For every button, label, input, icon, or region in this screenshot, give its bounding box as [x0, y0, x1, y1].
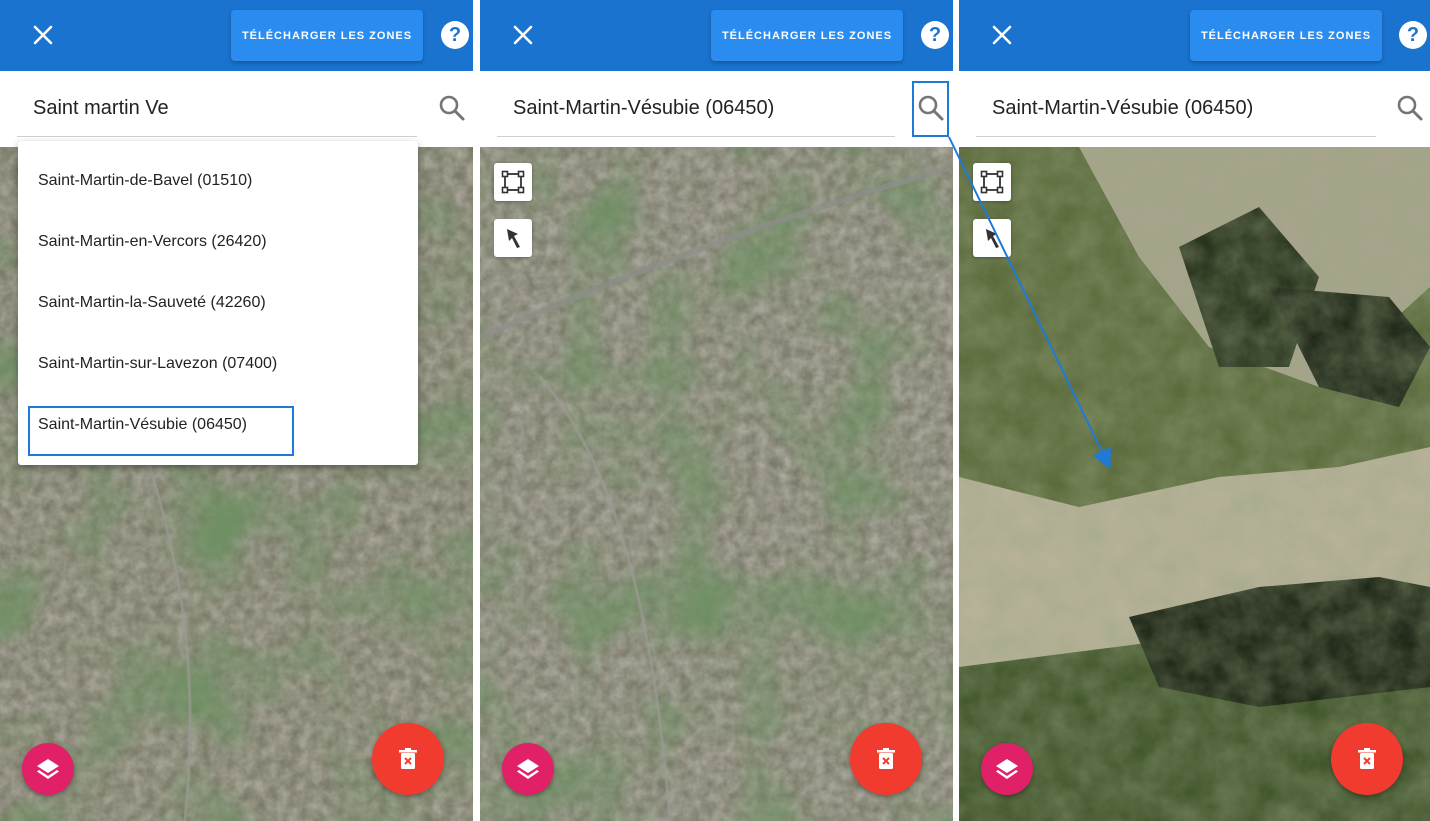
suggestion-item[interactable]: Saint-Martin-de-Bavel (01510) — [38, 172, 252, 190]
draw-zone-icon — [501, 170, 525, 194]
delete-zone-button[interactable] — [372, 723, 444, 795]
trash-icon — [399, 748, 417, 769]
screen-search-suggestions: TÉLÉCHARGER LES ZONES ? Saint martin Ve … — [0, 0, 473, 821]
satellite-map-urban[interactable] — [480, 147, 953, 821]
download-zones-button[interactable]: TÉLÉCHARGER LES ZONES — [231, 10, 423, 61]
suggestion-item[interactable]: Saint-Martin-en-Vercors (26420) — [38, 233, 267, 251]
close-icon — [992, 25, 1012, 45]
download-zones-button[interactable]: TÉLÉCHARGER LES ZONES — [1190, 10, 1382, 61]
search-icon — [1397, 95, 1423, 121]
pin-icon — [507, 229, 520, 248]
suggestions-dropdown: Saint-Martin-de-Bavel (01510) Saint-Mart… — [18, 141, 418, 465]
search-bar: Saint-Martin-Vésubie (06450) — [480, 71, 953, 147]
download-zones-button[interactable]: TÉLÉCHARGER LES ZONES — [711, 10, 903, 61]
top-app-bar: TÉLÉCHARGER LES ZONES ? — [0, 0, 473, 71]
close-button[interactable] — [985, 18, 1019, 52]
top-app-bar: TÉLÉCHARGER LES ZONES ? — [959, 0, 1430, 71]
search-input[interactable]: Saint martin Ve — [17, 89, 417, 137]
suggestion-item[interactable]: Saint-Martin-la-Sauveté (42260) — [38, 294, 266, 312]
layers-icon — [517, 759, 539, 779]
draw-zone-button[interactable] — [494, 163, 532, 201]
delete-zone-button[interactable] — [1331, 723, 1403, 795]
trash-icon — [1358, 748, 1376, 769]
draw-zone-icon — [980, 170, 1004, 194]
search-input[interactable]: Saint-Martin-Vésubie (06450) — [497, 89, 895, 137]
draw-zone-button[interactable] — [973, 163, 1011, 201]
layers-icon — [37, 759, 59, 779]
help-button[interactable]: ? — [921, 21, 949, 49]
search-button[interactable] — [437, 93, 467, 123]
layers-icon — [996, 759, 1018, 779]
close-icon — [33, 25, 53, 45]
delete-zone-button[interactable] — [850, 723, 922, 795]
close-button[interactable] — [506, 18, 540, 52]
close-icon — [513, 25, 533, 45]
search-button-highlight-box — [912, 81, 949, 137]
close-button[interactable] — [26, 18, 60, 52]
search-bar: Saint martin Ve — [0, 71, 473, 147]
select-pin-button[interactable] — [973, 219, 1011, 257]
suggestion-item[interactable]: Saint-Martin-sur-Lavezon (07400) — [38, 355, 277, 373]
layers-button[interactable] — [981, 743, 1033, 795]
help-button[interactable]: ? — [441, 21, 469, 49]
help-button[interactable]: ? — [1399, 21, 1427, 49]
search-input[interactable]: Saint-Martin-Vésubie (06450) — [976, 89, 1376, 137]
satellite-map-mountains[interactable] — [959, 147, 1430, 821]
pin-icon — [986, 229, 999, 248]
search-input-value: Saint-Martin-Vésubie (06450) — [992, 97, 1254, 119]
select-pin-button[interactable] — [494, 219, 532, 257]
trash-icon — [877, 748, 895, 769]
search-bar: Saint-Martin-Vésubie (06450) — [959, 71, 1430, 147]
search-icon — [439, 95, 465, 121]
selection-highlight-box — [28, 406, 294, 456]
screen-search-selected: TÉLÉCHARGER LES ZONES ? Saint-Martin-Vés… — [480, 0, 953, 821]
screen-location-result: TÉLÉCHARGER LES ZONES ? Saint-Martin-Vés… — [959, 0, 1430, 821]
search-input-value: Saint-Martin-Vésubie (06450) — [513, 97, 775, 119]
search-button[interactable] — [1395, 93, 1425, 123]
layers-button[interactable] — [502, 743, 554, 795]
top-app-bar: TÉLÉCHARGER LES ZONES ? — [480, 0, 953, 71]
search-input-value: Saint martin Ve — [33, 97, 169, 119]
layers-button[interactable] — [22, 743, 74, 795]
